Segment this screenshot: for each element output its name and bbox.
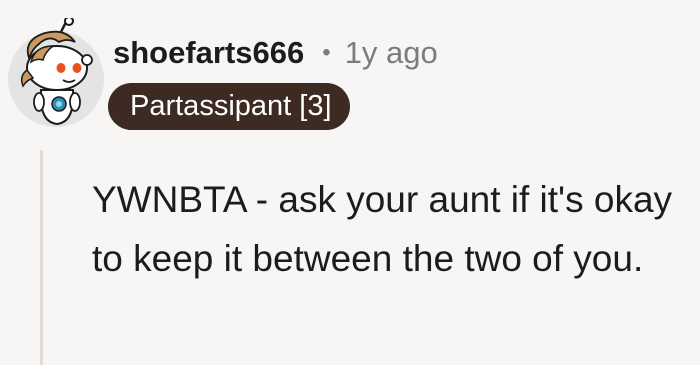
thread-line[interactable]: [40, 150, 43, 365]
user-avatar[interactable]: [5, 16, 107, 128]
comment: shoefarts666 • 1y ago Partassipant [3] Y…: [0, 0, 700, 365]
comment-meta: shoefarts666 • 1y ago: [113, 30, 438, 76]
username-link[interactable]: shoefarts666: [113, 35, 304, 71]
meta-separator: •: [322, 39, 331, 66]
snoo-avatar-icon: [8, 16, 104, 127]
comment-body: YWNBTA - ask your aunt if it's okay to k…: [92, 179, 673, 279]
comment-timestamp[interactable]: 1y ago: [345, 35, 438, 71]
user-flair-badge: Partassipant [3]: [108, 83, 350, 130]
